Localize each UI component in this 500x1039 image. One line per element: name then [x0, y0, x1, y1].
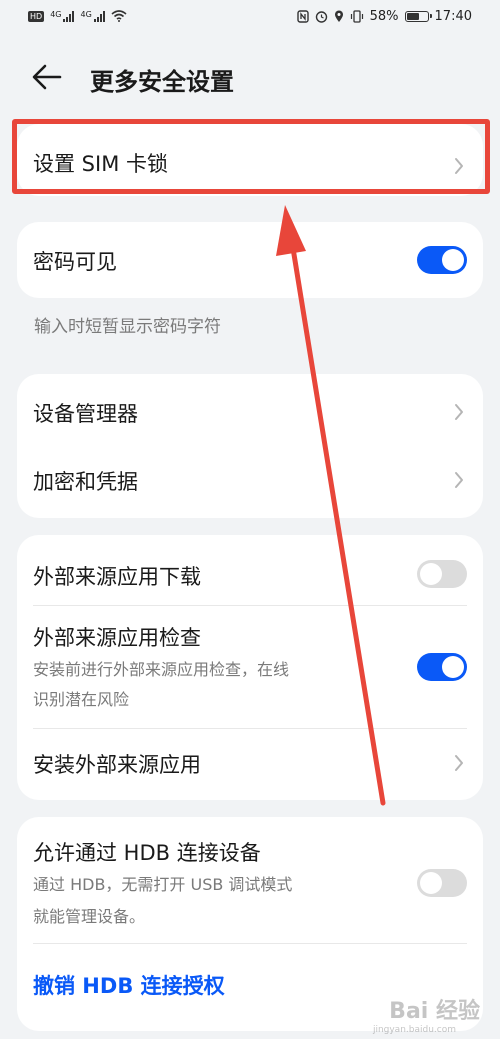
hdb-allow-label: 允许通过 HDB 连接设备	[33, 841, 261, 865]
vibrate-icon	[350, 10, 363, 23]
external-check-desc-1: 安装前进行外部来源应用检查，在线	[33, 660, 290, 679]
hd-badge: HD	[28, 10, 45, 22]
external-check-row: 外部来源应用检查 安装前进行外部来源应用检查，在线 识别潜在风险	[17, 606, 483, 728]
hdb-toggle[interactable]	[417, 869, 467, 897]
chevron-right-icon	[455, 755, 463, 771]
device-manager-label: 设备管理器	[33, 402, 138, 426]
password-visible-toggle[interactable]	[417, 246, 467, 274]
hdb-desc-1: 通过 HDB，无需打开 USB 调试模式	[33, 875, 293, 894]
encryption-credentials-label: 加密和凭据	[33, 470, 138, 494]
status-right: 58% 17:40	[296, 9, 472, 24]
external-check-label: 外部来源应用检查	[33, 626, 201, 650]
title-bar: 更多安全设置	[0, 54, 500, 100]
device-manager-row[interactable]: 设备管理器	[17, 374, 483, 446]
alarm-icon	[315, 11, 327, 23]
signal-icon-2: 4G	[80, 10, 105, 22]
network-type-1: 4G	[50, 10, 62, 19]
clock: 17:40	[434, 9, 472, 24]
encryption-credentials-row[interactable]: 加密和凭据	[17, 446, 483, 518]
external-check-toggle[interactable]	[417, 653, 467, 681]
external-download-label: 外部来源应用下载	[33, 565, 201, 589]
external-check-desc-2: 识别潜在风险	[33, 690, 130, 709]
password-visible-card: 密码可见	[17, 222, 483, 298]
external-sources-card: 外部来源应用下载 外部来源应用检查 安装前进行外部来源应用检查，在线 识别潜在风…	[17, 535, 483, 800]
external-download-row: 外部来源应用下载	[17, 535, 483, 605]
watermark-url: jingyan.baidu.com	[372, 1025, 456, 1035]
location-icon	[334, 10, 343, 22]
watermark-logo: Bai 经验	[389, 999, 480, 1024]
annotation-highlight-box	[12, 119, 490, 194]
hdb-allow-row: 允许通过 HDB 连接设备 通过 HDB，无需打开 USB 调试模式 就能管理设…	[17, 817, 483, 943]
battery-percent: 58%	[369, 9, 399, 24]
device-group-card: 设备管理器 加密和凭据	[17, 374, 483, 518]
back-button[interactable]	[30, 62, 66, 92]
chevron-right-icon	[455, 472, 463, 488]
page-title: 更多安全设置	[90, 68, 234, 96]
install-external-row[interactable]: 安装外部来源应用	[17, 729, 483, 800]
chevron-right-icon	[455, 404, 463, 420]
hdb-desc-2: 就能管理设备。	[33, 907, 146, 926]
password-visible-hint: 输入时短暂显示密码字符	[34, 317, 221, 337]
back-arrow-icon	[32, 64, 62, 90]
password-visible-row: 密码可见	[17, 222, 483, 298]
nfc-icon	[296, 10, 309, 23]
status-bar: HD 4G 4G 58% 17:40	[0, 0, 500, 38]
install-external-label: 安装外部来源应用	[33, 753, 201, 777]
password-visible-label: 密码可见	[33, 250, 117, 274]
revoke-hdb-link: 撤销 HDB 连接授权	[33, 974, 225, 998]
wifi-icon	[111, 10, 127, 22]
status-left: HD 4G 4G	[28, 10, 127, 22]
network-type-2: 4G	[80, 10, 92, 19]
signal-icon: 4G	[50, 10, 75, 22]
battery-icon	[404, 11, 432, 22]
external-download-toggle[interactable]	[417, 560, 467, 588]
